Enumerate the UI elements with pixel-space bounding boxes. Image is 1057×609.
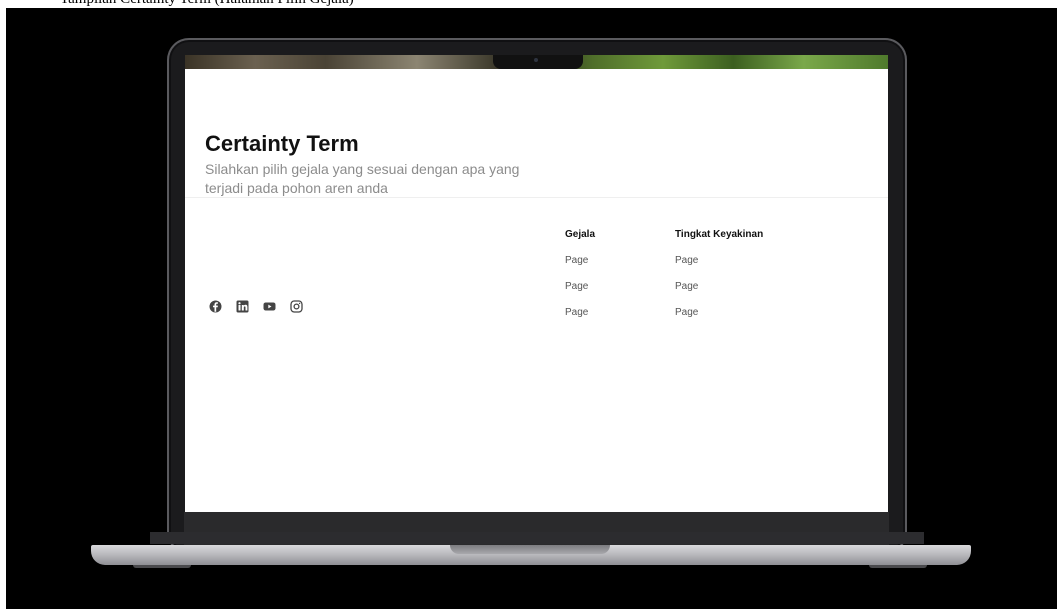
page-subtitle: Silahkan pilih gejala yang sesuai dengan… <box>205 161 520 196</box>
certainty-table: Gejala Tingkat Keyakinan Page Page Page … <box>565 221 795 325</box>
caption-strip: Tampilan Certainty Term (Halaman Pilih G… <box>0 0 1057 8</box>
instagram-icon[interactable] <box>290 299 303 313</box>
facebook-icon[interactable] <box>209 300 222 313</box>
laptop-foot-right <box>869 565 927 568</box>
gejala-link[interactable]: Page <box>565 307 675 318</box>
keyakinan-link[interactable]: Page <box>675 255 795 266</box>
gejala-link[interactable]: Page <box>565 281 675 292</box>
section-divider <box>185 197 888 198</box>
page-title: Certainty Term <box>205 131 359 156</box>
caption-text: Tampilan Certainty Term (Halaman Pilih G… <box>60 0 354 8</box>
laptop-screen: Certainty Term Silahkan pilih gejala yan… <box>185 55 888 512</box>
camera-notch <box>493 55 583 69</box>
camera-icon <box>534 58 538 62</box>
keyakinan-link[interactable]: Page <box>675 307 795 318</box>
laptop-opening-notch <box>450 545 610 554</box>
column-header-tingkat-keyakinan: Tingkat Keyakinan <box>675 228 764 240</box>
linkedin-icon[interactable] <box>236 300 249 313</box>
column-header-gejala: Gejala <box>565 228 596 240</box>
social-links <box>209 298 303 314</box>
table-header-row: Gejala Tingkat Keyakinan <box>565 221 795 247</box>
youtube-icon[interactable] <box>263 300 276 313</box>
table-row: Page Page <box>565 247 795 273</box>
laptop-foot-left <box>133 565 191 568</box>
table-row: Page Page <box>565 273 795 299</box>
gejala-link[interactable]: Page <box>565 255 675 266</box>
table-row: Page Page <box>565 299 795 325</box>
laptop-hinge <box>150 532 924 544</box>
keyakinan-link[interactable]: Page <box>675 281 795 292</box>
